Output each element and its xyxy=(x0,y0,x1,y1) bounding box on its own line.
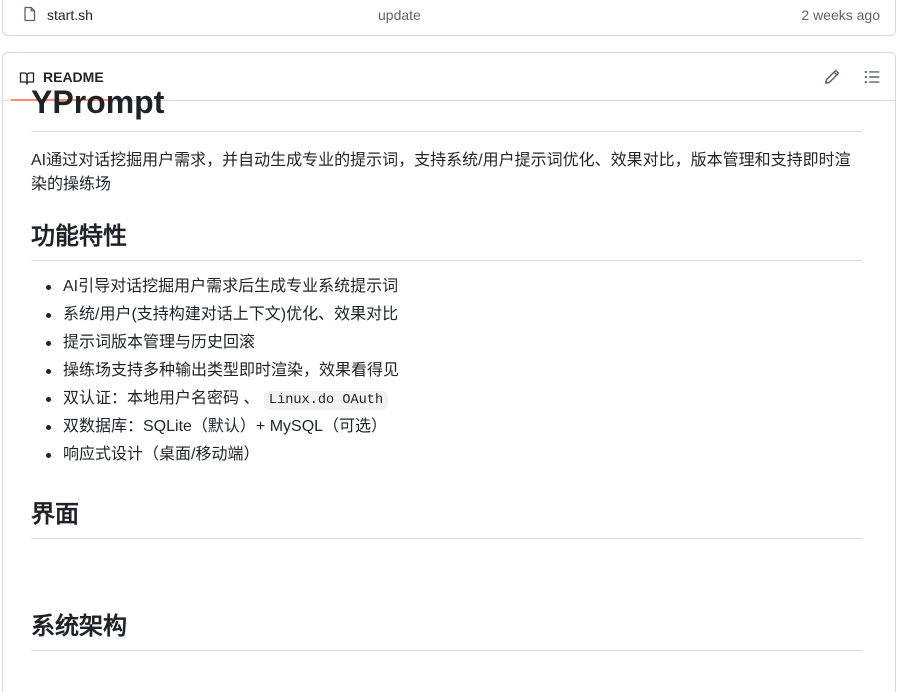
file-icon xyxy=(24,6,36,22)
features-list: AI引导对话挖掘用户需求后生成专业系统提示词 系统/用户(支持构建对话上下文)优… xyxy=(31,275,862,471)
file-list-card: start.sh update 2 weeks ago xyxy=(2,0,896,36)
commit-age: 2 weeks ago xyxy=(801,7,880,23)
list-item-text: 双数据库：SQLite（默认）+ MySQL（可选） xyxy=(63,418,388,435)
list-item: 系统/用户(支持构建对话上下文)优化、效果对比 xyxy=(31,303,862,331)
readme-title: YPrompt xyxy=(31,78,862,132)
list-item: AI引导对话挖掘用户需求后生成专业系统提示词 xyxy=(31,275,862,303)
inline-code: Linux.do OAuth xyxy=(263,391,389,410)
list-item-text: 双认证：本地用户名密码 、 xyxy=(63,390,260,407)
list-unordered-icon[interactable] xyxy=(863,68,881,86)
list-item: 双认证：本地用户名密码 、 Linux.do OAuth xyxy=(31,387,862,415)
list-item-text: 提示词版本管理与历史回滚 xyxy=(63,334,256,351)
list-item: 响应式设计（桌面/移动端） xyxy=(31,443,862,471)
list-item: 提示词版本管理与历史回滚 xyxy=(31,331,862,359)
list-item: 双数据库：SQLite（默认）+ MySQL（可选） xyxy=(31,415,862,443)
list-item-text: 系统/用户(支持构建对话上下文)优化、效果对比 xyxy=(63,306,399,323)
ui-heading: 界面 xyxy=(31,495,862,539)
architecture-heading: 系统架构 xyxy=(31,607,862,651)
list-item-text: AI引导对话挖掘用户需求后生成专业系统提示词 xyxy=(63,278,399,295)
features-heading: 功能特性 xyxy=(31,217,862,261)
file-name-link[interactable]: start.sh xyxy=(47,7,93,23)
readme-description: AI通过对话挖掘用户需求，并自动生成专业的提示词，支持系统/用户提示词优化、效果… xyxy=(31,152,851,193)
commit-message-link[interactable]: update xyxy=(378,7,421,23)
list-item: 操练场支持多种输出类型即时渲染，效果看得见 xyxy=(31,359,862,387)
list-item-text: 操练场支持多种输出类型即时渲染，效果看得见 xyxy=(63,362,400,379)
readme-content: YPrompt AI通过对话挖掘用户需求，并自动生成专业的提示词，支持系统/用户… xyxy=(31,78,862,651)
list-item-text: 响应式设计（桌面/移动端） xyxy=(63,446,260,463)
file-row[interactable]: start.sh update 2 weeks ago xyxy=(3,0,895,35)
